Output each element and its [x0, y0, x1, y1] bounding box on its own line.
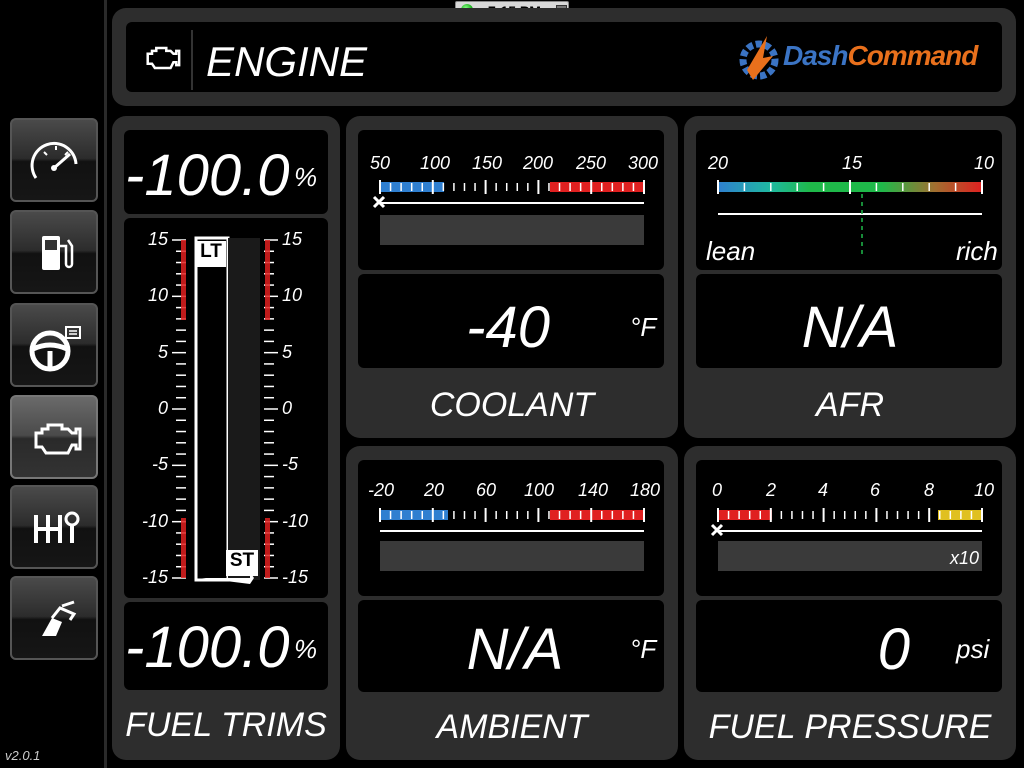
fuel-pressure-multiplier: x10 [950, 548, 980, 568]
coolant-label: COOLANT [429, 386, 595, 424]
ambient-scale-label: 140 [578, 480, 609, 500]
trim-red-zone [265, 518, 270, 578]
trim-scale-label: 5 [282, 341, 293, 362]
nav-driving-button[interactable] [10, 303, 98, 387]
logo-text-command: Command [847, 40, 978, 71]
afr-scale-20: 20 [708, 153, 729, 173]
lt-tag: LT [196, 241, 226, 267]
fuel-trims-label: FUEL TRIMS [125, 706, 327, 744]
coolant-gauge [372, 180, 645, 209]
fuel_pressure-scale-label: 8 [924, 480, 935, 500]
ambient-bar [380, 541, 644, 571]
dashcommand-logo: DashCommand [733, 30, 995, 84]
nav-engine-button[interactable] [10, 395, 98, 479]
lt-trim-value: -100.0 [125, 143, 290, 208]
coolant-bar [380, 215, 644, 245]
coolant-scale-label: 250 [576, 153, 607, 173]
coolant-scale-label: 300 [628, 153, 659, 173]
afr-label: AFR [816, 386, 884, 424]
lt-trim-unit: % [294, 162, 318, 192]
trim-scale-label: 10 [282, 285, 303, 306]
ambient-scale-label: 60 [476, 480, 497, 500]
trim-scale-label: -10 [282, 510, 309, 531]
trim-scale-label: 15 [147, 229, 168, 249]
engine-icon [146, 46, 181, 70]
coolant-scale-label: 100 [420, 153, 451, 173]
ambient-scale-label: -20 [368, 480, 395, 500]
fuel_pressure-scale-label: 4 [818, 480, 829, 500]
fuel_pressure-scale-label: 6 [870, 480, 881, 500]
ambient-unit: °F [630, 634, 657, 664]
st-trim-value: -100.0 [125, 615, 290, 680]
trim-scale-label: 5 [157, 341, 168, 362]
fuel_pressure-scale-label: 10 [974, 480, 995, 500]
fuel_pressure-scale-label: 0 [712, 480, 723, 500]
coolant-unit: °F [630, 312, 657, 342]
trim-scale-label: -5 [151, 454, 168, 475]
page-title: ENGINE [206, 38, 368, 85]
trim-red-zone [181, 240, 186, 320]
sidebar-divider [104, 0, 107, 768]
gear-logo-icon [739, 36, 779, 80]
dashboard-gauge-icon [30, 141, 78, 179]
fuel-pressure-label: FUEL PRESSURE [708, 708, 992, 746]
afr-rich-label: rich [956, 236, 998, 266]
trim-scale-label: -15 [141, 566, 168, 587]
fuel-nozzle-icon [42, 600, 77, 636]
fuel-pressure-unit: psi [956, 634, 990, 664]
st-bar-track [228, 238, 260, 580]
gear-shift-icon [34, 511, 80, 543]
lt-bar [194, 236, 230, 582]
trim-scale-label: 0 [282, 397, 293, 418]
ambient-value: N/A [466, 617, 564, 682]
ambient-scale-label: 20 [424, 480, 445, 500]
engine-icon [34, 423, 82, 455]
steering-wheel-icon [29, 326, 81, 372]
ambient-label: AMBIENT [436, 708, 588, 746]
version-label: v2.0.1 [5, 748, 41, 763]
afr-lean-label: lean [706, 236, 756, 266]
trim-scale-label: -10 [141, 510, 168, 531]
fuel-pressure-value: 0 [877, 617, 910, 682]
nav-fuel-economy-button[interactable] [10, 576, 98, 660]
coolant-scale-label: 200 [523, 153, 554, 173]
trim-red-zone [265, 240, 270, 320]
coolant-value: -40 [466, 295, 550, 360]
fuel_pressure-scale-label: 2 [766, 480, 777, 500]
trim-scale-label: 15 [282, 229, 303, 249]
ambient-gauge [379, 508, 645, 532]
st-trim-unit: % [294, 634, 318, 664]
coolant-scale-label: 50 [370, 153, 391, 173]
trim-scale-label: 10 [147, 285, 168, 306]
fuel-pressure-bar [718, 541, 982, 571]
logo-text-dash: Dash [783, 40, 848, 71]
coolant-scale-label: 150 [472, 153, 503, 173]
nav-fuel-button[interactable] [10, 210, 98, 294]
afr-scale-15: 15 [842, 153, 863, 173]
nav-dashboard-button[interactable] [10, 118, 98, 202]
trim-scale-label: 0 [157, 397, 168, 418]
header-engine-button[interactable] [133, 30, 193, 90]
ambient-scale-label: 100 [524, 480, 555, 500]
st-tag: ST [226, 550, 258, 576]
nav-transmission-button[interactable] [10, 485, 98, 569]
afr-scale-10: 10 [974, 153, 995, 173]
fuel-pump-icon [42, 236, 74, 270]
trim-scale-label: -5 [282, 454, 299, 475]
ambient-scale-label: 180 [630, 480, 661, 500]
afr-value: N/A [801, 295, 899, 360]
fuel-pressure-gauge [710, 508, 983, 537]
trim-red-zone [181, 518, 186, 578]
trim-scale-label: -15 [282, 566, 309, 587]
